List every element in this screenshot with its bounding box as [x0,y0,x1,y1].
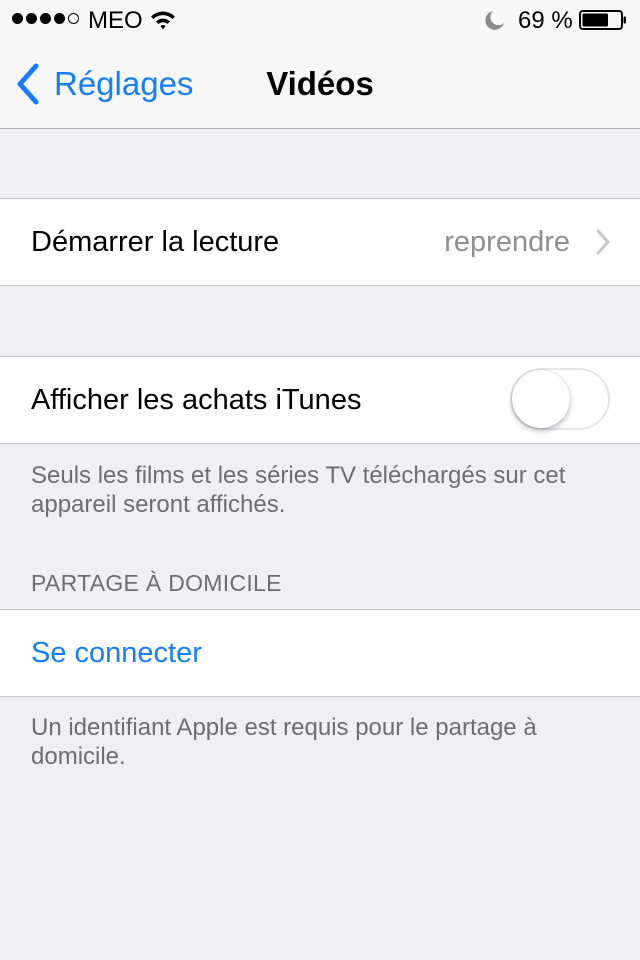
page-title: Vidéos [266,65,374,102]
sign-in-link[interactable]: Se connecter [31,634,202,672]
top-bar: MEO 69 % Réglages Vidéos [0,0,640,129]
home-sharing-group: Se connecter [0,609,640,697]
playback-start-label: Démarrer la lecture [31,226,280,258]
signal-dot [54,13,65,24]
home-sharing-footer-note: Un identifiant Apple est requis pour le … [31,714,537,770]
status-bar: MEO 69 % [0,0,640,40]
signal-dot [26,13,37,24]
signal-dot [12,13,23,24]
chevron-right-icon [596,229,610,255]
signal-dot [40,13,51,24]
playback-start-value: reprendre [444,226,570,258]
itunes-footer-note: Seuls les films et les séries TV télécha… [31,462,566,518]
moon-icon [485,11,504,30]
show-itunes-purchases-row: Afficher les achats iTunes [0,357,640,443]
playback-group: Démarrer la lecture reprendre [0,198,640,286]
show-itunes-purchases-toggle[interactable] [510,368,610,430]
show-itunes-purchases-label: Afficher les achats iTunes [31,384,362,416]
toggle-knob [512,370,570,428]
carrier-name: MEO [88,7,143,34]
signal-dot [68,13,79,24]
itunes-group: Afficher les achats iTunes [0,356,640,444]
sign-in-row[interactable]: Se connecter [0,610,640,696]
cellular-signal-icon [12,13,79,27]
wifi-icon [151,11,175,30]
playback-start-row[interactable]: Démarrer la lecture reprendre [0,199,640,285]
battery-icon [579,10,626,30]
home-sharing-header: PARTAGE À DOMICILE [31,570,282,596]
battery-percentage: 69 % [518,7,573,34]
